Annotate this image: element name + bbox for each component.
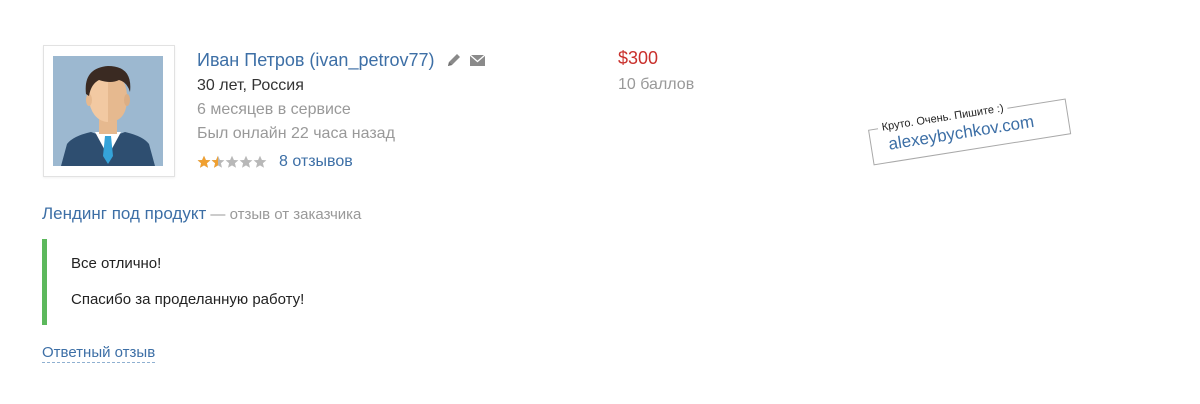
- rating-row: 8 отзывов: [197, 150, 486, 174]
- reply-review-link[interactable]: Ответный отзыв: [42, 343, 156, 363]
- star-icon: [197, 155, 211, 168]
- review-meta: — отзыв от заказчика: [206, 206, 362, 223]
- star-icon: [253, 155, 267, 168]
- review-line: Все отлично!: [71, 255, 162, 272]
- user-last-online: Был онлайн 22 часа назад: [197, 125, 395, 142]
- star-icon: [225, 155, 239, 168]
- star-rating: [197, 155, 267, 169]
- reviews-count-link[interactable]: 8 отзывов: [279, 153, 353, 171]
- review-heading: Лендинг под продукт — отзыв от заказчика: [42, 204, 361, 224]
- avatar[interactable]: [43, 45, 175, 177]
- user-service-time: 6 месяцев в сервисе: [197, 101, 351, 118]
- points: 10 баллов: [618, 76, 695, 93]
- project-link[interactable]: Лендинг под продукт: [42, 204, 206, 223]
- star-icon: [239, 155, 253, 168]
- pencil-icon[interactable]: [445, 52, 462, 69]
- envelope-icon[interactable]: [469, 52, 486, 69]
- user-name-link[interactable]: Иван Петров (ivan_petrov77): [197, 50, 435, 71]
- review-quote: Все отлично! Спасибо за проделанную рабо…: [42, 239, 542, 325]
- star-icon: [211, 155, 225, 168]
- price: $300: [618, 48, 659, 68]
- user-info: Иван Петров (ivan_petrov77) 30 лет, Росс…: [197, 47, 486, 174]
- avatar-image: [53, 56, 163, 166]
- review-line: Спасибо за проделанную работу!: [71, 291, 305, 308]
- watermark-stamp: Круто. Очень. Пишите :) alexeybychkov.co…: [867, 93, 1072, 166]
- name-row: Иван Петров (ivan_petrov77): [197, 47, 486, 73]
- user-age-country: 30 лет, Россия: [197, 77, 304, 94]
